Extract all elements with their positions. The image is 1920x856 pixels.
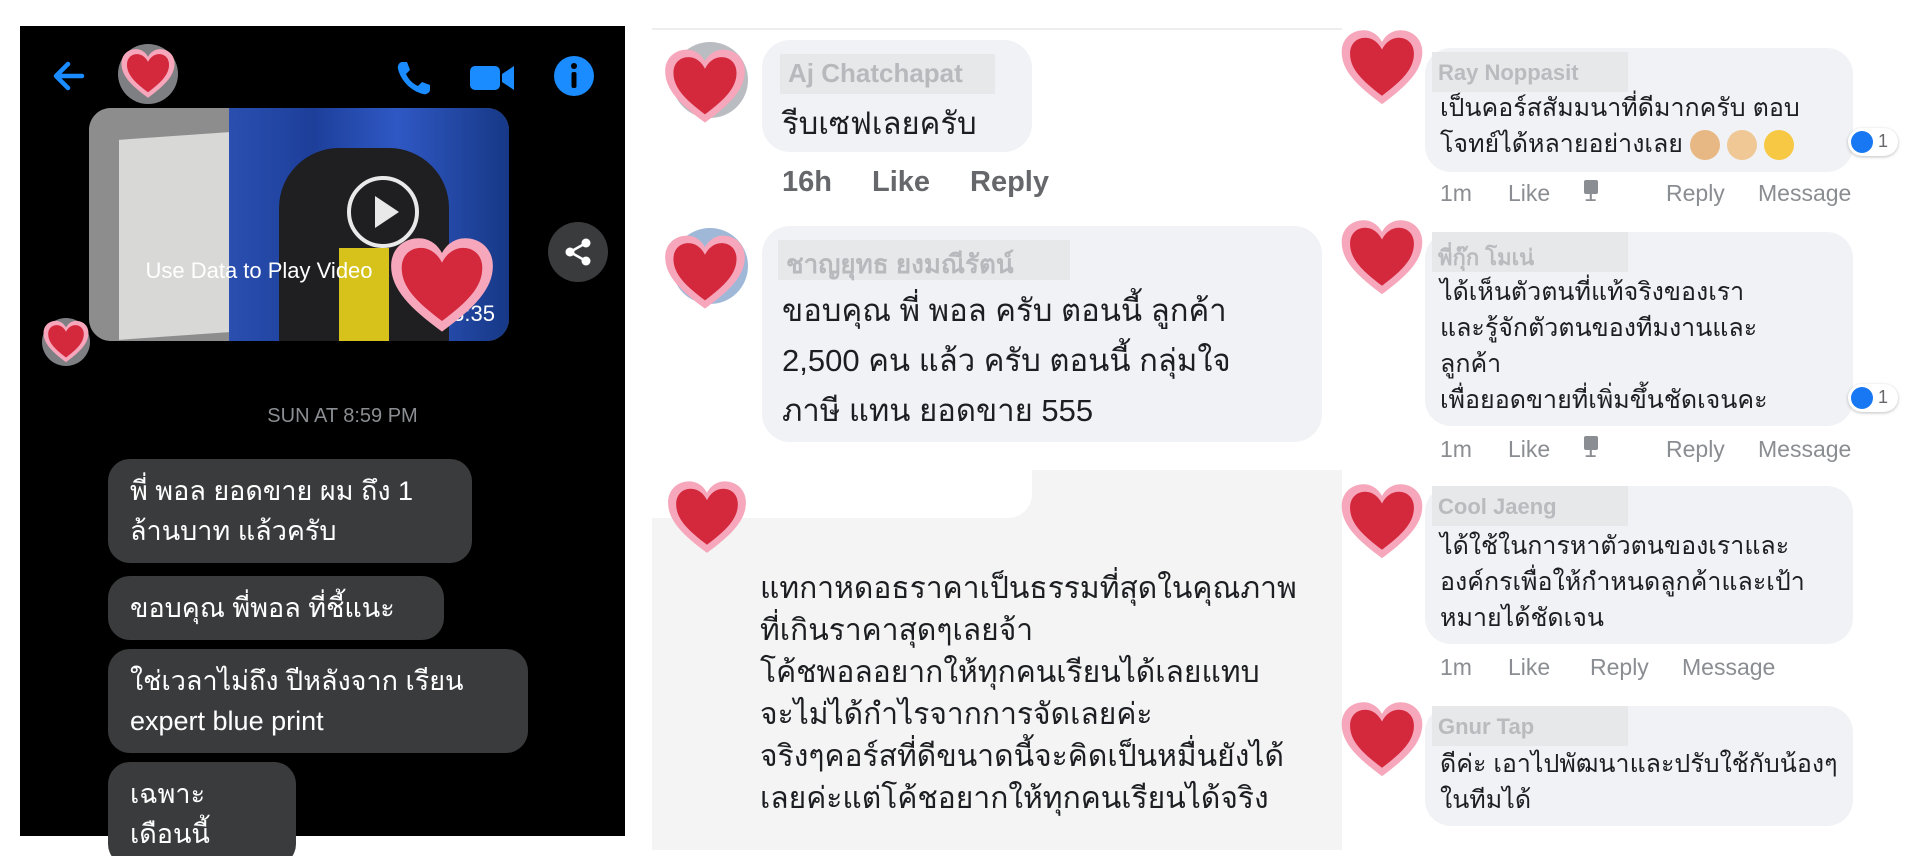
comment-text: ดีค่ะ เอาไปพัฒนาและปรับใช้กับน้องๆ ในทีม… [1440,746,1838,818]
victory-hand-emoji-icon [1726,130,1757,161]
grinning-face-emoji-icon [1763,130,1794,161]
like-reaction-icon [1851,387,1873,409]
like-count: 1 [1584,180,1597,206]
comment-line: แทกาหดอธราคาเป็นธรรมที่สุดในคุณภาพ [760,572,1297,605]
comment-line: ดีค่ะ เอาไปพัฒนาและปรับใช้กับน้องๆ [1440,750,1838,778]
message-line: ล้านบาท แล้วครับ [130,516,337,546]
comment-line: เป็นคอร์สสัมมนาที่ดีมากครับ ตอบ [1440,94,1800,122]
like-link[interactable]: Like [1508,654,1550,681]
video-data-notice: Use Data to Play Video [145,258,373,283]
comment-line: ลูกค้า [1440,350,1502,378]
comment-actions: 16h Like Reply [782,166,1082,202]
thumbs-up-emoji-icon [1689,130,1720,161]
comment-line: จริงๆคอร์สที่ดีขนาดนี้จะคิดเป็นหมื่นยังไ… [760,740,1284,773]
comment-line: จะไม่ได้กำไรจากการจัดเลยค่ะ [760,698,1153,731]
commenter-name[interactable]: Cool Jaeng [1432,486,1628,526]
phone-icon[interactable] [392,56,436,100]
commenter-avatar-heart-icon[interactable] [1340,482,1424,562]
commenter-avatar-heart-icon[interactable] [1340,700,1424,780]
comment-line: เลยค่ะแต่โค้ชอยากให้ทุกคนเรียนได้จริง [760,782,1269,815]
reply-link[interactable]: Reply [970,166,1049,199]
comment-text: ได้ใช้ในการหาตัวตนของเราและ องค์กรเพื่อใ… [1440,528,1805,636]
comment-line-with-emojis: โจทย์ได้หลายอย่างเลย [1440,126,1800,162]
message-line: เฉพาะ เดือนนี้ [130,779,210,849]
comment-text: เป็นคอร์สสัมมนาที่ดีมากครับ ตอบ โจทย์ได้… [1440,90,1800,162]
video-thumbnail-flipchart [119,132,229,340]
commenter-avatar-heart-icon[interactable] [1340,218,1424,298]
comment-line: ขอบคุณ พี่ พอล ครับ ตอนนี้ ลูกค้า [782,293,1227,328]
message-line: ขอบคุณ พี่พอล ที่ชี้แนะ [130,593,395,623]
comment-line: ที่เกินราคาสุดๆเลยจ้า [760,614,1034,647]
commenter-name[interactable]: พี่กุ๊ก โมเน่ [1432,232,1628,272]
sender-avatar[interactable] [40,316,92,368]
reaction-count: 1 [1878,131,1889,151]
commenter-name[interactable]: Ray Noppasit [1432,52,1628,92]
message-link[interactable]: Message [1758,180,1851,207]
like-link[interactable]: Like [872,166,930,199]
message-bubble[interactable]: ใช่เวลาไม่ถึง ปีหลังจาก เรียน expert blu… [108,649,528,753]
reaction-count-badge[interactable]: 1 [1848,384,1898,412]
reaction-count: 1 [1878,387,1889,407]
message-link[interactable]: Message [1682,654,1775,681]
comment-actions: 1m Like 1 Reply Message [1440,436,1860,466]
comment-line: และรู้จักตัวตนของทีมงานและ [1440,314,1758,342]
message-line: ใช่เวลาไม่ถึง ปีหลังจาก เรียน [130,666,464,696]
comment-text: แทกาหดอธราคาเป็นธรรมที่สุดในคุณภาพ ที่เก… [760,568,1297,820]
comment-line: หมายได้ชัดเจน [1440,604,1604,632]
comment-time: 1m [1440,654,1472,680]
message-timestamp: SUN AT 8:59 PM [267,405,418,427]
play-icon [375,196,399,228]
commenter-name[interactable]: Aj Chatchapat [780,54,995,94]
commenter-avatar-heart-icon[interactable] [1340,28,1424,108]
reaction-count-badge[interactable]: 1 [1848,128,1898,156]
heart-face-cover-icon [389,236,495,336]
back-arrow-icon[interactable] [48,54,92,98]
reply-link[interactable]: Reply [1590,654,1649,681]
like-count: 1 [1584,436,1597,462]
message-bubble[interactable]: เฉพาะ เดือนนี้ [108,762,296,856]
commenter-name[interactable]: ชาญยุทธ ยงมณีรัตน์ [778,240,1070,280]
message-line: expert blue print [130,706,324,736]
section-divider [652,28,1342,30]
video-camera-icon[interactable] [468,56,516,100]
info-icon[interactable] [552,54,596,98]
comment-line: ภาษี แทน ยอดขาย 555 [782,393,1094,428]
comment-line: 2,500 คน แล้ว ครับ ตอนนี้ กลุ่มใจ [782,343,1231,378]
comment-line: ได้เห็นตัวตนที่แท้จริงของเรา [1440,278,1745,306]
comment-line: ได้ใช้ในการหาตัวตนของเราและ [1440,532,1790,560]
comment-line: องค์กรเพื่อให้กำหนดลูกค้าและเป้า [1440,568,1805,596]
contact-avatar[interactable] [116,42,180,106]
commenter-avatar-heart-icon[interactable] [664,476,750,558]
screenshot-collage: Use Data to Play Video 3:35 SUN AT 8:59 … [0,0,1920,856]
commenter-avatar-heart-icon[interactable] [660,40,750,126]
comment-text: รีบเซฟเลยครับ [782,106,977,141]
comment-actions: 1m Like 1 Reply Message [1440,180,1860,210]
comment-line: ในทีมได้ [1440,786,1532,814]
message-link[interactable]: Message [1758,436,1851,463]
reply-link[interactable]: Reply [1666,436,1725,463]
comment-text: ขอบคุณ พี่ พอล ครับ ตอนนี้ ลูกค้า 2,500 … [782,286,1231,436]
share-icon [565,238,591,266]
comment-line: โค้ชพอลอยากให้ทุกคนเรียนได้เลยแทบ [760,656,1260,689]
reply-link[interactable]: Reply [1666,180,1725,207]
message-line: พี่ พอล ยอดขาย ผม ถึง 1 [130,476,414,506]
message-bubble[interactable]: พี่ พอล ยอดขาย ผม ถึง 1 ล้านบาท แล้วครับ [108,459,472,563]
comment-line: เพื่อยอดขายที่เพิ่มขึ้นชัดเจนคะ [1440,386,1768,414]
video-message[interactable]: Use Data to Play Video 3:35 [89,108,509,341]
comment-actions: 1m Like Reply Message [1440,654,1860,684]
like-link[interactable]: Like [1508,436,1550,463]
like-reaction-icon [1851,131,1873,153]
comment-text: ได้เห็นตัวตนที่แท้จริงของเรา และรู้จักตั… [1440,274,1768,418]
comment-time: 1m [1440,180,1472,206]
commenter-avatar-heart-icon[interactable] [660,226,750,312]
comment-time: 16h [782,166,832,198]
comment-time: 1m [1440,436,1472,462]
message-bubble[interactable]: ขอบคุณ พี่พอล ที่ชี้แนะ [108,576,444,640]
commenter-name[interactable]: Gnur Tap [1432,706,1628,746]
share-button[interactable] [548,222,608,282]
comment-line: โจทย์ได้หลายอย่างเลย [1440,130,1683,158]
like-link[interactable]: Like [1508,180,1550,207]
